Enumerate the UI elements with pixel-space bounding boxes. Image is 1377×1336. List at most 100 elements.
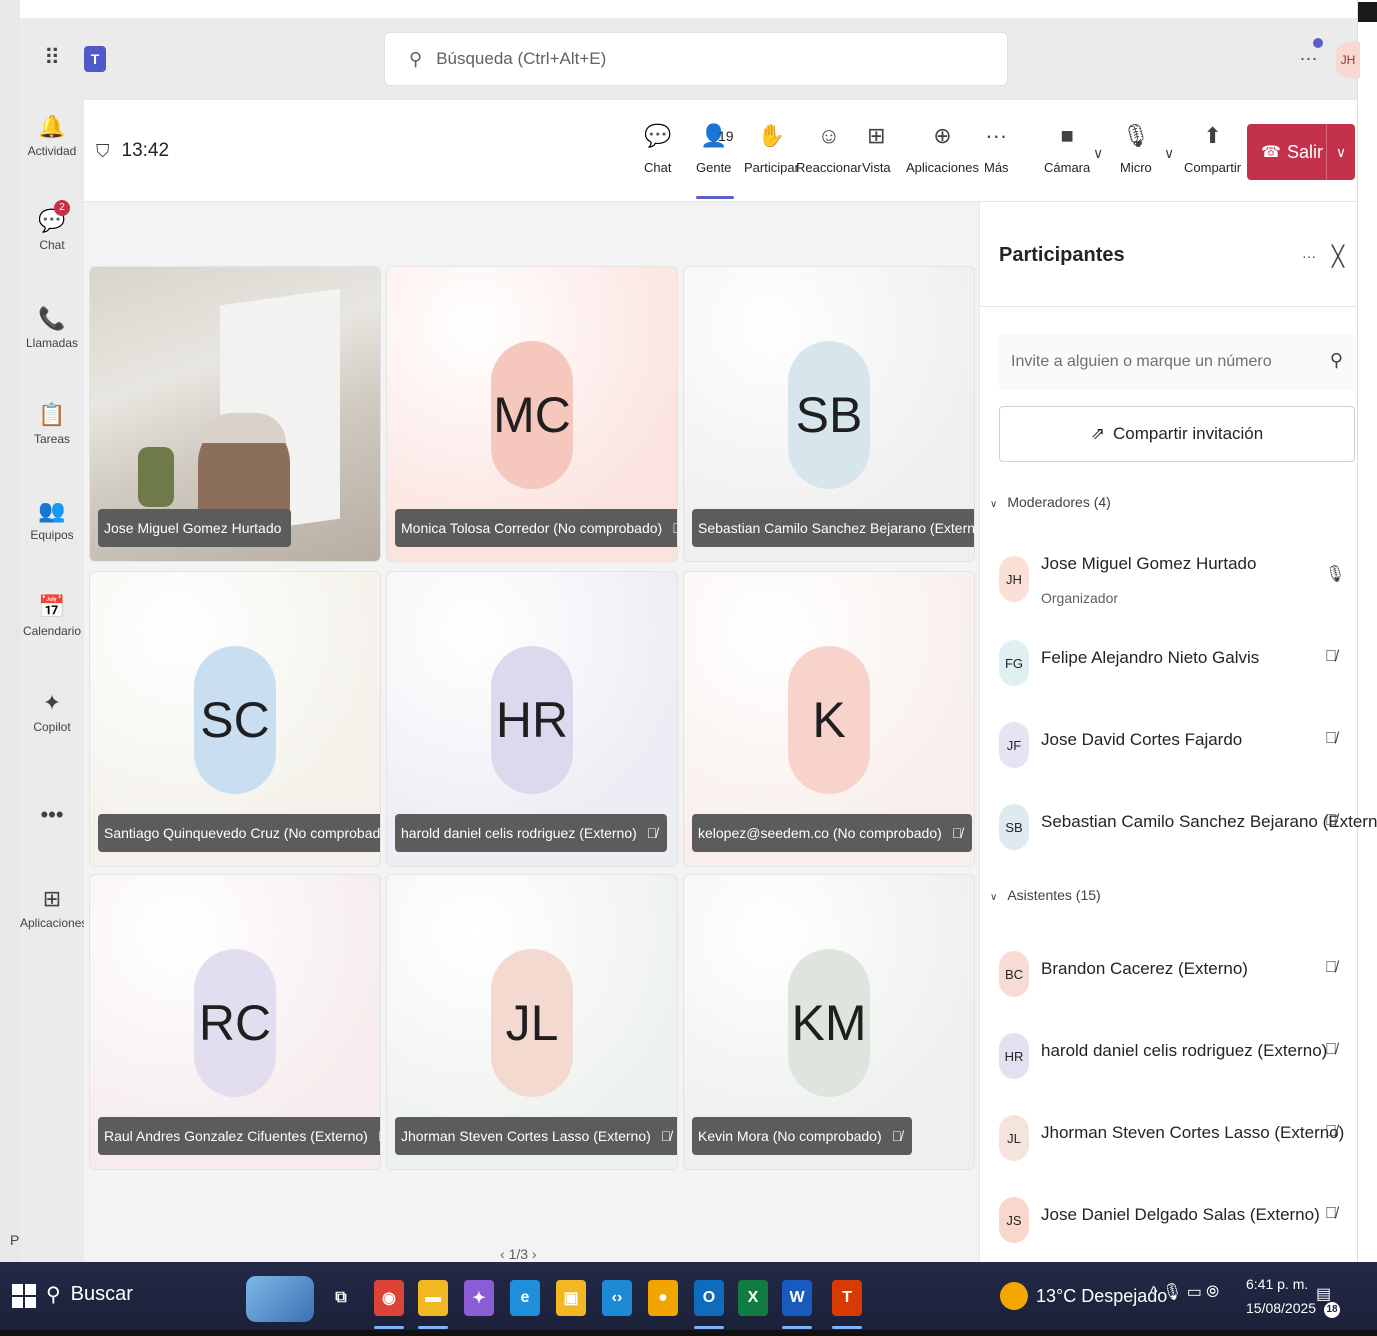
participant-name: Felipe Alejandro Nieto Galvis [1041,648,1260,667]
participant-list-item[interactable]: FG Felipe Alejandro Nieto Galvis 🎙̸ [999,624,1357,694]
participant-list-item[interactable]: BC Brandon Cacerez (Externo) 🎙̸ [999,935,1357,1005]
notification-icon[interactable]: ▤ [1316,1284,1331,1304]
active-indicator [832,1326,862,1329]
participant-name-tag: harold daniel celis rodriguez (Externo) 🎙… [395,814,668,852]
mic-options-chevron[interactable]: ∨ [1164,145,1174,162]
participant-tile[interactable]: SB Sebastian Camilo Sanchez Bejarano (Ext… [683,266,975,562]
participant-list-item[interactable]: JH Jose Miguel Gomez Hurtado Organizador 🎙 [999,540,1357,610]
share-invite-label: Compartir invitación [1113,424,1264,443]
participant-name-tag: Jose Miguel Gomez Hurtado [98,509,292,547]
rail-teams[interactable]: 👥 Equipos [20,496,84,542]
background-window-edge: P [0,0,20,1262]
participant-tile[interactable]: MC Monica Tolosa Corredor (No comprobado)… [386,266,678,562]
close-icon[interactable]: ╳ [1332,244,1344,269]
leave-label: Salir [1286,141,1323,162]
rail-chat[interactable]: 💬 2 Chat [20,200,84,252]
taskbar-widget-image[interactable] [246,1276,314,1322]
mic-icon: 🎙 [1121,123,1150,148]
react-button[interactable]: ☺ Reaccionar [796,118,862,175]
invite-input[interactable]: Invite a alguien o marque un número ⚲ [999,334,1355,390]
raise-hand-button[interactable]: ✋ Participar [744,118,799,175]
mic-off-icon[interactable]: 🎙̸ [1325,730,1337,748]
participant-list-item[interactable]: HR harold daniel celis rodriguez (Externo… [999,1017,1357,1087]
people-label: Gente [696,160,732,175]
participant-tile[interactable]: HR harold daniel celis rodriguez (Externo… [386,571,678,867]
system-tray[interactable]: ^ 🎙 ▭ ⦾ [1150,1282,1219,1302]
taskbar-search[interactable]: ⚲ Buscar [46,1282,133,1307]
camera-options-chevron[interactable]: ∨ [1093,145,1103,162]
mic-off-icon[interactable]: 🎙̸ [1325,812,1337,830]
taskbar-edge-icon[interactable]: e [510,1280,540,1316]
share-invite-button[interactable]: ⇗ Compartir invitación [999,406,1355,462]
participant-tile[interactable]: JL Jhorman Steven Cortes Lasso (Externo) 🎙… [386,874,678,1170]
pager-next[interactable]: › [532,1246,537,1262]
leave-options-chevron[interactable]: ∨ [1327,144,1355,161]
moderators-label: Moderadores (4) [1007,494,1111,510]
system-clock[interactable]: 6:41 p. m. 15/08/2025 [1246,1272,1316,1320]
mic-button[interactable]: 🎙 Micro [1120,118,1152,175]
rail-label: Equipos [30,528,74,542]
windows-start-icon[interactable] [12,1284,36,1308]
taskbar-task-view-icon[interactable]: ⧉ [326,1280,356,1316]
mic-off-icon: 🎙̸ [672,509,677,547]
share-button[interactable]: ⬆ Compartir [1184,118,1241,175]
taskbar-vpn-icon[interactable]: ● [648,1280,678,1316]
camera-button[interactable]: ■ Cámara [1044,118,1090,175]
rail-more[interactable]: ••• [20,800,84,830]
taskbar-excel-icon[interactable]: X [738,1280,768,1316]
mic-off-icon[interactable]: 🎙̸ [1325,1205,1337,1223]
video-tile[interactable]: Jose Miguel Gomez Hurtado [89,266,381,562]
participant-tile[interactable]: KM Kevin Mora (No comprobado) 🎙̸ [683,874,975,1170]
chat-button[interactable]: 💬 Chat [644,118,671,175]
leave-button[interactable]: ☎ Salir ∨ [1247,124,1355,180]
participant-name-tag: Santiago Quinquevedo Cruz (No comprobado… [98,814,380,852]
mic-off-icon[interactable]: 🎙̸ [1325,1123,1337,1141]
taskbar-store-icon[interactable]: ▣ [556,1280,586,1316]
rail-calendar[interactable]: 📅 Calendario [20,592,84,638]
app-launcher-icon[interactable]: ⠿ [40,46,64,70]
taskbar-outlook-icon[interactable]: O [694,1280,724,1316]
user-avatar[interactable]: JH [1336,42,1360,78]
share-icon: ⇗ [1090,424,1105,443]
rail-activity[interactable]: 🔔 Actividad [20,112,84,158]
mic-on-icon[interactable]: 🎙 [1325,564,1345,584]
weather-widget[interactable]: 13°C Despejado [1000,1282,1167,1310]
people-button[interactable]: 👤 19 Gente [696,118,734,175]
more-button[interactable]: ··· Más [984,118,1009,175]
mic-off-icon[interactable]: 🎙̸ [1325,648,1337,666]
participant-list-item[interactable]: JS Jose Daniel Delgado Salas (Externo) 🎙̸ [999,1181,1357,1251]
rail-tasks[interactable]: 📋 Tareas [20,400,84,446]
rail-copilot[interactable]: ✦ Copilot [20,688,84,734]
taskbar-copilot-app-icon[interactable]: ✦ [464,1280,494,1316]
participant-avatar: SC [194,646,276,794]
participant-list-item[interactable]: JL Jhorman Steven Cortes Lasso (Externo) 🎙… [999,1099,1357,1169]
rail-calls[interactable]: 📞 Llamadas [20,304,84,350]
taskbar-teams-app-icon[interactable]: T [832,1280,862,1316]
participant-tile[interactable]: SC Santiago Quinquevedo Cruz (No comproba… [89,571,381,867]
participant-avatar: JF [999,722,1029,768]
mic-off-icon[interactable]: 🎙̸ [1325,959,1337,977]
rail-apps[interactable]: ⊞ Aplicaciones [20,884,87,930]
participant-list-item[interactable]: JF Jose David Cortes Fajardo 🎙̸ [999,706,1357,776]
taskbar-word-icon[interactable]: W [782,1280,812,1316]
mic-off-icon: 🎙̸ [646,825,658,841]
moderators-section-toggle[interactable]: ∨ Moderadores (4) [990,494,1111,510]
rail-label: Copilot [33,720,71,734]
panel-more-icon[interactable]: ··· [1302,248,1316,264]
search-input[interactable]: ⚲ Búsqueda (Ctrl+Alt+E) [384,32,1008,86]
taskbar-vscode-icon[interactable]: ‹› [602,1280,632,1316]
participant-name: Jose Daniel Delgado Salas (Externo) [1041,1205,1320,1224]
participant-tile[interactable]: RC Raul Andres Gonzalez Cifuentes (Extern… [89,874,381,1170]
participant-list-item[interactable]: SB Sebastian Camilo Sanchez Bejarano (Ext… [999,788,1377,858]
pager-prev[interactable]: ‹ [500,1246,505,1262]
weather-icon [1000,1282,1028,1310]
mic-off-icon[interactable]: 🎙̸ [1325,1041,1337,1059]
attendees-section-toggle[interactable]: ∨ Asistentes (15) [990,887,1101,903]
view-button[interactable]: ⊞ Vista [862,118,891,175]
page-indicator[interactable]: ‹ 1/3 › [500,1246,537,1262]
participant-tile[interactable]: Kkelopez@seedem.co (No comprobado) 🎙̸ [683,571,975,867]
taskbar-file-explorer-icon[interactable]: ▬ [418,1280,448,1316]
apps-button[interactable]: ⊕ Aplicaciones [906,118,979,175]
taskbar-chrome-icon[interactable]: ◉ [374,1280,404,1316]
rail-label: Calendario [22,624,82,638]
